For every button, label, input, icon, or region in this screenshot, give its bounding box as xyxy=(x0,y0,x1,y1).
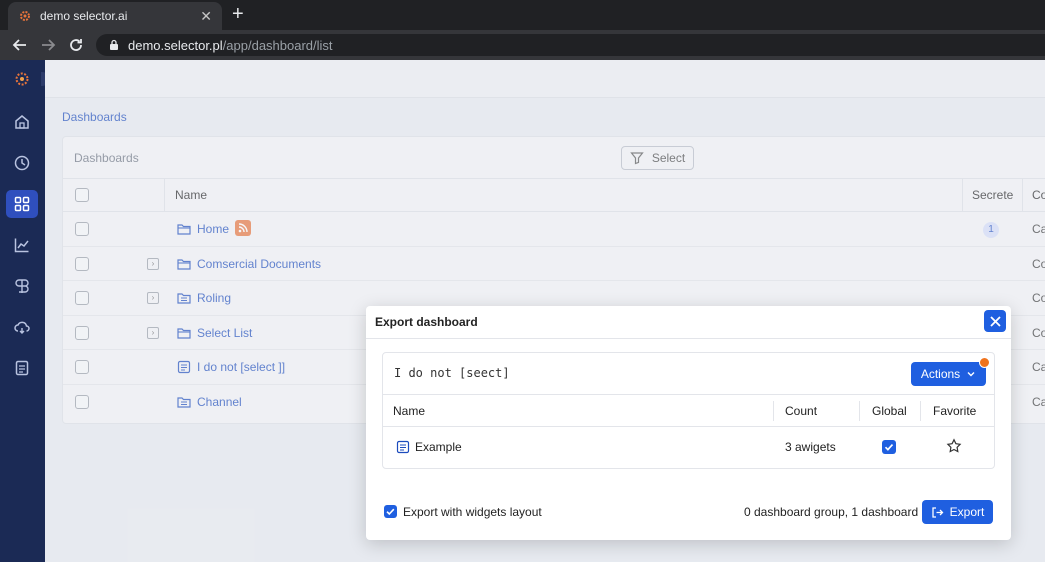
export-layout-label[interactable]: Export with widgets layout xyxy=(403,505,542,519)
export-layout-checkbox[interactable] xyxy=(384,505,397,518)
back-button[interactable] xyxy=(6,31,34,59)
url-path: /app/dashboard/list xyxy=(222,37,333,53)
export-label: Export xyxy=(949,505,985,519)
column-divider xyxy=(859,401,860,421)
sidebar-item-history[interactable] xyxy=(6,149,38,177)
grid-icon xyxy=(14,196,30,212)
dashboard-icon xyxy=(396,440,410,454)
document-icon xyxy=(15,360,29,376)
global-checkbox[interactable] xyxy=(882,440,896,454)
brain-icon xyxy=(15,279,29,293)
export-table-header: Name Count Global Favorite xyxy=(383,394,994,427)
export-table-row: Example 3 awigets xyxy=(383,427,994,468)
chevron-down-icon xyxy=(967,372,975,377)
column-global: Global xyxy=(872,404,907,418)
checkmark-icon xyxy=(884,444,894,451)
column-divider xyxy=(773,401,774,421)
checkmark-icon xyxy=(386,508,395,516)
sidebar-item-ai[interactable] xyxy=(6,272,38,300)
forward-button[interactable] xyxy=(34,31,62,59)
chart-icon xyxy=(14,238,29,253)
back-arrow-icon xyxy=(12,39,26,51)
column-divider xyxy=(920,401,921,421)
export-item-card: I do not [seect] Actions Name Count Glob… xyxy=(382,352,995,469)
browser-tab-bar: demo selector.ai ✕ + xyxy=(0,0,1045,30)
site-favicon-icon xyxy=(20,11,30,21)
app-logo-icon xyxy=(15,72,29,86)
actions-label: Actions xyxy=(920,367,961,381)
export-row-count: 3 awigets xyxy=(785,440,836,454)
modal-close-button[interactable] xyxy=(984,310,1006,332)
sidebar-item-reports[interactable] xyxy=(6,354,38,382)
browser-tab[interactable]: demo selector.ai ✕ xyxy=(8,2,222,30)
tab-title: demo selector.ai xyxy=(40,9,128,23)
favorite-star-icon[interactable] xyxy=(946,438,962,454)
notification-dot xyxy=(979,357,990,368)
reload-icon xyxy=(70,39,82,51)
sidebar-item-cloud[interactable] xyxy=(6,313,38,341)
tab-close-icon[interactable]: ✕ xyxy=(200,8,212,25)
export-summary: 0 dashboard group, 1 dashboard xyxy=(744,505,919,519)
sidebar-item-dashboards[interactable] xyxy=(6,190,38,218)
modal-header: Export dashboard xyxy=(366,306,1011,339)
url-bar[interactable]: demo.selector.pl/app/dashboard/list xyxy=(96,34,1045,56)
column-count: Count xyxy=(785,404,818,418)
cloud-icon xyxy=(14,321,30,334)
export-icon xyxy=(932,506,944,518)
sidebar-item-analytics[interactable] xyxy=(6,231,38,259)
lock-icon xyxy=(110,39,118,50)
home-icon xyxy=(15,115,29,129)
new-tab-button[interactable]: + xyxy=(232,3,244,25)
actions-dropdown-button[interactable]: Actions xyxy=(911,362,986,386)
url-host: demo.selector.pl xyxy=(128,37,223,53)
column-favorite: Favorite xyxy=(933,404,977,418)
clock-icon xyxy=(14,155,30,171)
close-icon xyxy=(989,315,1001,327)
export-item-name: I do not [seect] xyxy=(394,366,510,380)
forward-arrow-icon xyxy=(42,39,56,51)
app-sidebar xyxy=(0,60,49,562)
sidebar-item-home[interactable] xyxy=(6,108,38,136)
export-button[interactable]: Export xyxy=(922,500,993,524)
reload-button[interactable] xyxy=(62,31,90,59)
modal-title: Export dashboard xyxy=(375,315,478,329)
export-dashboard-modal: Export dashboard I do not [seect] Action… xyxy=(366,306,1011,540)
column-name: Name xyxy=(393,404,426,418)
browser-address-bar: demo.selector.pl/app/dashboard/list xyxy=(0,30,1045,60)
export-row-name: Example xyxy=(415,440,462,454)
